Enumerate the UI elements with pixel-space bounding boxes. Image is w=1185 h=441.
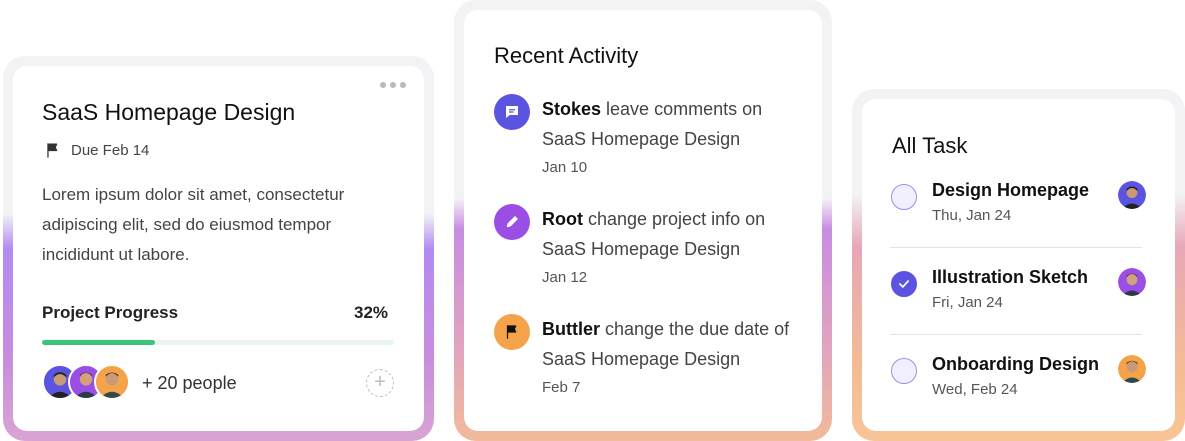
activity-user[interactable]: Buttler (542, 319, 600, 339)
due-date: Due Feb 14 (44, 141, 149, 160)
task-date: Fri, Jan 24 (932, 294, 1003, 311)
task-date: Thu, Jan 24 (932, 207, 1012, 224)
flag-icon (494, 314, 530, 350)
task-name: Illustration Sketch (932, 267, 1089, 287)
avatar[interactable] (1118, 268, 1146, 296)
progress-bar (42, 340, 394, 345)
activity-text: Buttler change the due date of SaaS Home… (542, 314, 792, 398)
activity-text: Root change project info on SaaS Homepag… (542, 204, 792, 288)
more-options-icon[interactable] (380, 82, 406, 88)
project-title: SaaS Homepage Design (42, 99, 296, 125)
task-title: All Task (892, 133, 968, 158)
member-avatars[interactable] (42, 364, 142, 402)
activity-user[interactable]: Root (542, 209, 583, 229)
activity-date: Jan 10 (542, 159, 588, 176)
activity-item[interactable]: Buttler change the due date of SaaS Home… (494, 314, 792, 398)
task-divider (890, 247, 1142, 248)
avatar[interactable] (1118, 181, 1146, 209)
activity-title: Recent Activity (494, 43, 639, 68)
task-checkbox[interactable] (891, 184, 917, 210)
task-checkbox[interactable] (891, 358, 917, 384)
activity-date: Jan 12 (542, 269, 588, 286)
task-name: Onboarding Design (932, 354, 1100, 374)
task-date: Wed, Feb 24 (932, 381, 1018, 398)
activity-date: Feb 7 (542, 379, 581, 396)
flag-icon (47, 143, 58, 158)
task-divider (890, 334, 1142, 335)
task-item[interactable]: Design Homepage Thu, Jan 24 (890, 180, 1146, 246)
check-icon (899, 280, 909, 288)
progress-percent: 32% (354, 303, 389, 322)
comment-icon (494, 94, 530, 130)
project-description: Lorem ipsum dolor sit amet, consectetur … (42, 185, 345, 264)
progress-label: Project Progress (42, 303, 179, 322)
task-checkbox[interactable] (891, 271, 917, 297)
activity-item[interactable]: Stokes leave comments on SaaS Homepage D… (494, 94, 792, 178)
pencil-icon (494, 204, 530, 240)
activity-item[interactable]: Root change project info on SaaS Homepag… (494, 204, 792, 288)
task-item[interactable]: Illustration Sketch Fri, Jan 24 (890, 267, 1146, 333)
activity-user[interactable]: Stokes (542, 99, 601, 119)
people-count: + 20 people (142, 373, 237, 393)
progress-bar-fill (42, 340, 155, 345)
due-date-label: Due Feb 14 (71, 142, 150, 159)
task-item[interactable]: Onboarding Design Wed, Feb 24 (890, 354, 1146, 420)
avatar[interactable] (1118, 355, 1146, 383)
add-member-button[interactable]: + (366, 369, 394, 397)
task-name: Design Homepage (932, 180, 1090, 200)
activity-text: Stokes leave comments on SaaS Homepage D… (542, 94, 792, 178)
avatar[interactable] (94, 364, 130, 400)
